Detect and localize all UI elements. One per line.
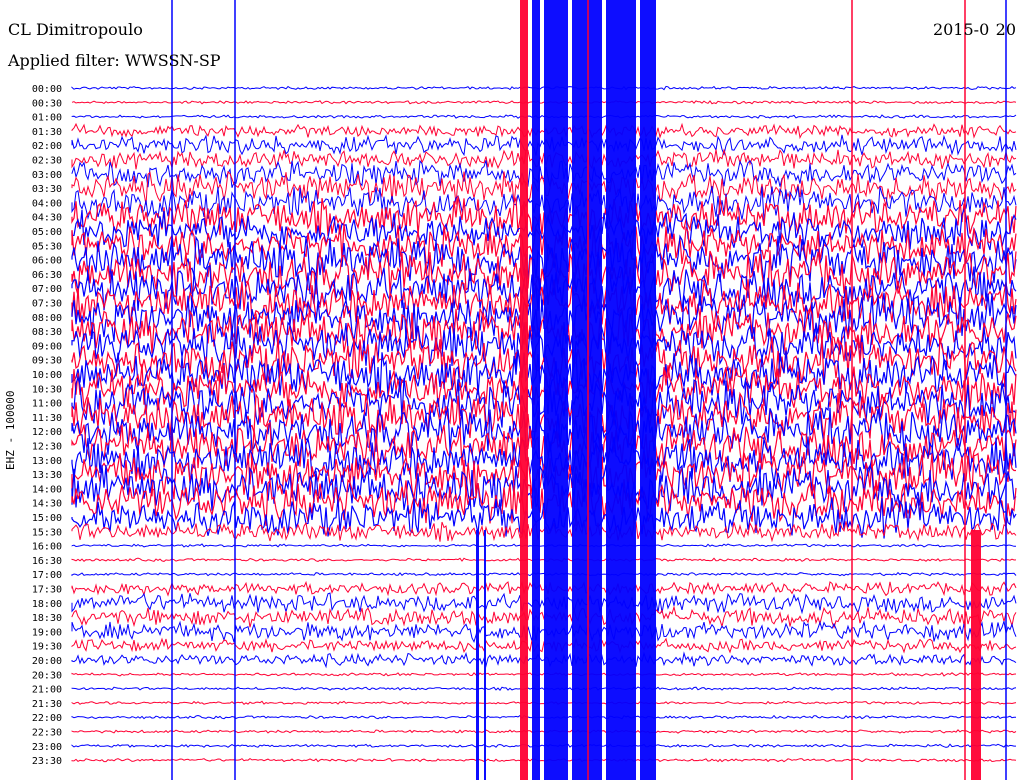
tick-label-1830: 18:30 <box>32 613 62 624</box>
event-band-0 <box>520 0 528 780</box>
tick-label-0700: 07:00 <box>32 284 62 295</box>
tick-label-1730: 17:30 <box>32 585 62 596</box>
helicorder-plot: 00:00 00:30 01:00 01:30 02:00 02:30 03:00 03:30… <box>32 0 1017 780</box>
tick-label-1700: 17:00 <box>32 570 62 581</box>
tick-label-1430: 14:30 <box>32 499 62 510</box>
tick-label-1300: 13:00 <box>32 456 62 467</box>
tick-label-0530: 05:30 <box>32 241 62 252</box>
event-band-5 <box>640 0 656 780</box>
tick-label-2300: 23:00 <box>32 742 62 753</box>
tick-label-0830: 08:30 <box>32 327 62 338</box>
event-band-1 <box>532 0 540 780</box>
tick-label-1130: 11:30 <box>32 413 62 424</box>
tick-label-0900: 09:00 <box>32 341 62 352</box>
date-label: 2015-0 20 <box>932 20 1016 39</box>
tick-label-0500: 05:00 <box>32 227 62 238</box>
tick-label-1200: 12:00 <box>32 427 62 438</box>
tick-label-1900: 19:00 <box>32 627 62 638</box>
tick-label-2000: 20:00 <box>32 656 62 667</box>
tick-label-0730: 07:30 <box>32 299 62 310</box>
tick-label-0200: 02:00 <box>32 141 62 152</box>
event-band-2 <box>544 0 568 780</box>
tick-label-1030: 10:30 <box>32 384 62 395</box>
event-band-8 <box>484 530 486 780</box>
tick-label-1400: 14:00 <box>32 484 62 495</box>
event-band-7 <box>476 530 479 780</box>
tick-label-1930: 19:30 <box>32 642 62 653</box>
tick-label-1100: 11:00 <box>32 399 62 410</box>
tick-label-1330: 13:30 <box>32 470 62 481</box>
tick-label-2100: 21:00 <box>32 685 62 696</box>
tick-label-0030: 00:30 <box>32 98 62 109</box>
channel-axis-label: EHZ - 100000 <box>4 390 17 470</box>
tick-label-2130: 21:30 <box>32 699 62 710</box>
tick-label-0600: 06:00 <box>32 256 62 267</box>
tick-labels: 00:00 00:30 01:00 01:30 02:00 02:30 03:00 03:30… <box>32 84 62 767</box>
tick-label-0630: 06:30 <box>32 270 62 281</box>
tick-label-2200: 22:00 <box>32 713 62 724</box>
tick-label-1530: 15:30 <box>32 527 62 538</box>
event-band-6 <box>971 530 981 780</box>
tick-label-1800: 18:00 <box>32 599 62 610</box>
tick-label-2330: 23:30 <box>32 756 62 767</box>
station-title: CL Dimitropoulo <box>8 20 143 39</box>
tick-label-1630: 16:30 <box>32 556 62 567</box>
tick-label-0800: 08:00 <box>32 313 62 324</box>
event-band-4 <box>606 0 636 780</box>
tick-label-0330: 03:30 <box>32 184 62 195</box>
tick-label-1600: 16:00 <box>32 542 62 553</box>
tick-label-0400: 04:00 <box>32 198 62 209</box>
tick-label-0000: 00:00 <box>32 84 62 95</box>
tick-label-2230: 22:30 <box>32 728 62 739</box>
tick-label-0130: 01:30 <box>32 127 62 138</box>
tick-label-0300: 03:00 <box>32 170 62 181</box>
tick-label-2030: 20:30 <box>32 670 62 681</box>
filter-subtitle: Applied filter: WWSSN-SP <box>8 51 221 70</box>
tick-label-1230: 12:30 <box>32 442 62 453</box>
tick-label-0230: 02:30 <box>32 156 62 167</box>
tick-label-0430: 04:30 <box>32 213 62 224</box>
tick-label-0100: 01:00 <box>32 113 62 124</box>
event-band-3 <box>572 0 602 780</box>
tick-label-0930: 09:30 <box>32 356 62 367</box>
tick-label-1000: 10:00 <box>32 370 62 381</box>
tick-label-1500: 15:00 <box>32 513 62 524</box>
